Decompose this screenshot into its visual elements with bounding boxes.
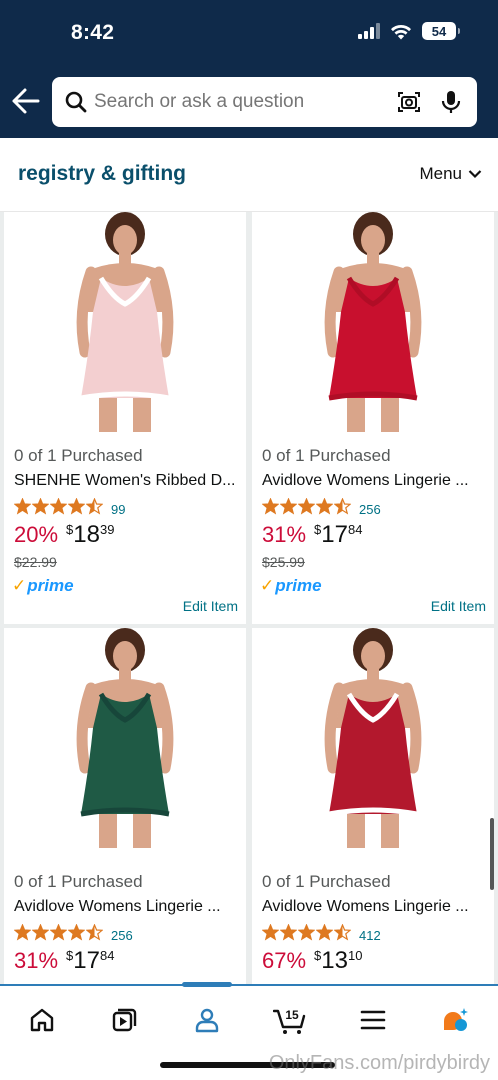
price-fraction: 39	[99, 522, 115, 537]
menu-label: Menu	[419, 164, 462, 183]
price-fraction: 10	[347, 948, 363, 963]
discount-percent: 31%	[14, 948, 59, 973]
battery-level: 54	[431, 23, 447, 39]
ai-assistant-icon	[444, 1008, 468, 1031]
star-rating[interactable]: 256	[14, 924, 133, 946]
price-whole: 17	[73, 947, 100, 974]
price-row: 20% $ 18 39	[14, 522, 114, 548]
discount-percent: 31%	[262, 522, 307, 547]
nav-home[interactable]	[24, 1002, 60, 1038]
nav-profile[interactable]	[189, 1002, 225, 1038]
cart-count: 15	[285, 1008, 299, 1022]
watermark: OnlyFans.com/pirdybirdy	[268, 1052, 490, 1074]
search-bar[interactable]	[52, 77, 477, 127]
discount-percent: 20%	[14, 522, 59, 547]
active-tab-indicator	[182, 982, 232, 987]
price-row: 67% $ 13 10	[262, 948, 362, 974]
price-whole: 17	[321, 521, 348, 548]
rating-stars-icon	[262, 498, 352, 520]
back-arrow-icon[interactable]	[10, 86, 40, 116]
discount-percent: 67%	[262, 948, 307, 973]
status-time: 8:42	[71, 21, 115, 44]
product-image[interactable]	[252, 212, 494, 437]
star-rating[interactable]: 99	[14, 498, 125, 520]
price-symbol: $	[66, 522, 74, 537]
price-symbol: $	[66, 948, 74, 963]
list-price: $22.99	[14, 554, 57, 570]
product-card[interactable]: 0 of 1 Purchased Avidlove Womens Lingeri…	[252, 212, 494, 624]
battery-icon: 54	[422, 22, 460, 40]
purchased-status: 0 of 1 Purchased	[262, 446, 391, 465]
microphone-icon[interactable]	[439, 89, 463, 115]
prime-badge: ✓prime	[260, 576, 322, 596]
product-card[interactable]: 0 of 1 Purchased Avidlove Womens Lingeri…	[252, 628, 494, 984]
price-row: 31% $ 17 84	[262, 522, 362, 548]
list-price: $25.99	[262, 554, 305, 570]
product-title[interactable]: Avidlove Womens Lingerie ...	[262, 472, 488, 490]
video-icon	[112, 1008, 137, 1032]
prime-badge: ✓prime	[12, 576, 74, 596]
menu-icon	[360, 1010, 386, 1030]
price-row: 31% $ 17 84	[14, 948, 114, 974]
product-grid: 0 of 1 Purchased SHENHE Women's Ribbed D…	[0, 212, 498, 984]
chevron-down-icon	[468, 170, 482, 179]
product-image[interactable]	[252, 628, 494, 853]
nav-video[interactable]	[106, 1002, 142, 1038]
star-rating[interactable]: 412	[262, 924, 381, 946]
nav-menu[interactable]	[355, 1002, 391, 1038]
purchased-status: 0 of 1 Purchased	[262, 872, 391, 891]
price-symbol: $	[314, 522, 322, 537]
rating-count[interactable]: 256	[359, 502, 381, 517]
nav-cart[interactable]: 15	[272, 1002, 308, 1038]
price-whole: 18	[73, 521, 100, 548]
edit-item-link[interactable]: Edit Item	[183, 598, 238, 614]
prime-check-icon: ✓	[260, 576, 275, 595]
star-rating[interactable]: 256	[262, 498, 381, 520]
rating-count[interactable]: 412	[359, 928, 381, 943]
price-fraction: 84	[347, 522, 363, 537]
rating-stars-icon	[14, 924, 104, 946]
edit-item-link[interactable]: Edit Item	[431, 598, 486, 614]
cart-icon: 15	[273, 1008, 306, 1034]
search-icon	[65, 91, 87, 113]
product-title[interactable]: Avidlove Womens Lingerie ...	[14, 898, 240, 916]
price-symbol: $	[314, 948, 322, 963]
scrollbar[interactable]	[490, 818, 494, 890]
home-icon	[30, 1008, 54, 1032]
rating-count[interactable]: 99	[111, 502, 125, 517]
rating-stars-icon	[262, 924, 352, 946]
nav-assistant[interactable]	[437, 1002, 473, 1038]
registry-bar: registry & gifting Menu	[0, 138, 498, 212]
price-whole: 13	[321, 947, 348, 974]
camera-scan-icon[interactable]	[397, 90, 421, 114]
profile-icon	[195, 1008, 219, 1033]
prime-check-icon: ✓	[12, 576, 27, 595]
product-card[interactable]: 0 of 1 Purchased Avidlove Womens Lingeri…	[4, 628, 246, 984]
product-image[interactable]	[4, 212, 246, 437]
status-icons: 54	[358, 22, 460, 40]
rating-stars-icon	[14, 498, 104, 520]
product-title[interactable]: Avidlove Womens Lingerie ...	[262, 898, 488, 916]
registry-title[interactable]: registry & gifting	[18, 162, 186, 186]
prime-label: prime	[275, 576, 322, 595]
top-header: 8:42 54	[0, 0, 498, 138]
product-card[interactable]: 0 of 1 Purchased SHENHE Women's Ribbed D…	[4, 212, 246, 624]
wifi-icon	[391, 24, 411, 39]
product-title[interactable]: SHENHE Women's Ribbed D...	[14, 472, 240, 490]
menu-button[interactable]: Menu	[419, 164, 482, 184]
search-input[interactable]	[94, 77, 384, 127]
purchased-status: 0 of 1 Purchased	[14, 446, 143, 465]
prime-label: prime	[27, 576, 74, 595]
rating-count[interactable]: 256	[111, 928, 133, 943]
product-image[interactable]	[4, 628, 246, 853]
price-fraction: 84	[99, 948, 115, 963]
purchased-status: 0 of 1 Purchased	[14, 872, 143, 891]
signal-icon	[358, 23, 380, 39]
